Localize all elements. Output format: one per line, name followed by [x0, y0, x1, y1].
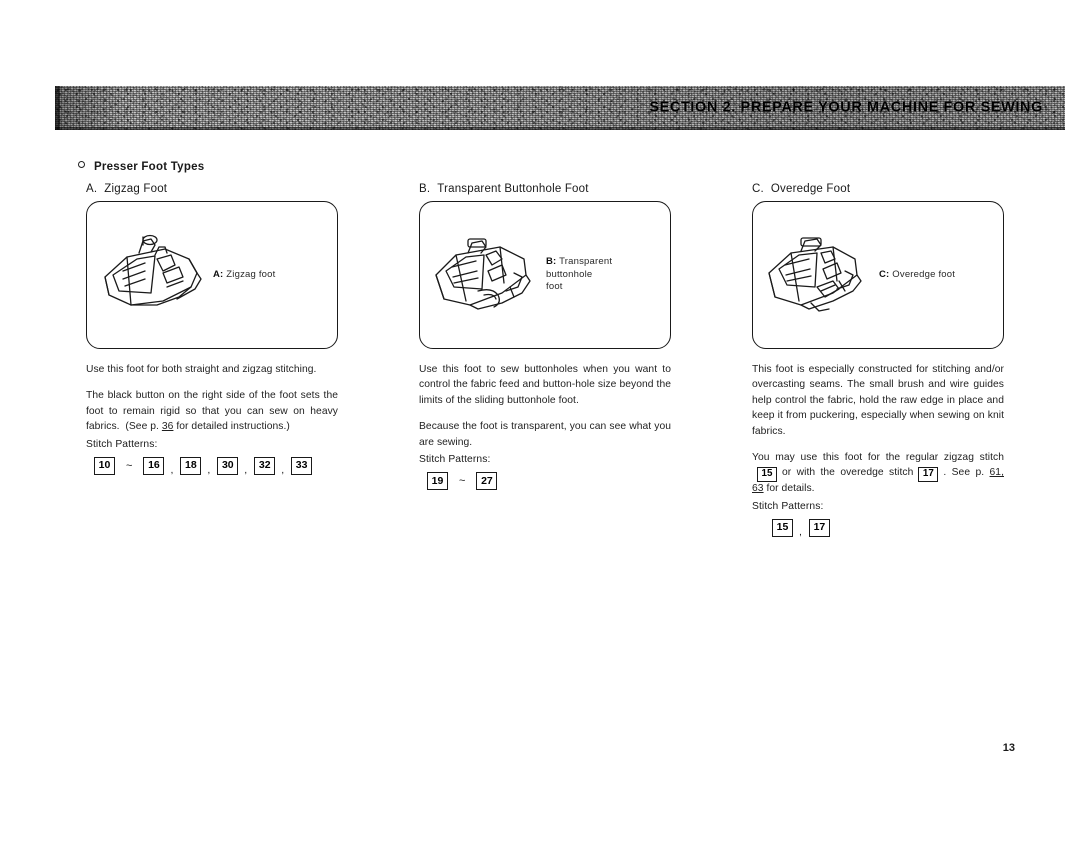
illustration-box-overedge-foot: C: Overedge foot — [752, 201, 1004, 349]
column-c-label: Overedge Foot — [770, 183, 851, 195]
caption-letter-b: B: — [546, 255, 557, 267]
column-a-label: Zigzag Foot — [104, 183, 168, 195]
banner-title: SECTION 2. PREPARE YOUR MACHINE FOR SEWI… — [649, 99, 1043, 116]
overedge-presser-foot-illustration — [768, 237, 862, 312]
illustration-caption-b: B: Transparent buttonhole foot — [546, 256, 612, 294]
caption-letter-c: C: — [879, 268, 890, 280]
stitch-pattern-number: 33 — [291, 456, 313, 475]
paragraph-c-1: This foot is especially constructed for … — [752, 364, 1004, 437]
column-b-letter: B. — [419, 183, 431, 195]
column-c-letter: C. — [752, 183, 764, 195]
body-text-b: Use this foot to sew buttonholes when yo… — [419, 362, 671, 450]
stitch-pattern-number: 32 — [254, 456, 276, 475]
stitch-pattern-number-inline: 17 — [918, 466, 939, 483]
page-reference-36: 36 — [161, 421, 174, 433]
range-separator: ~ — [126, 459, 133, 472]
usage-part-2: or with the overedge stitch — [782, 467, 914, 479]
stitch-pattern-number-inline: 15 — [757, 466, 777, 483]
paragraph-a-1: Use this foot for both straight and zigz… — [86, 364, 317, 375]
usage-part-3: . See p. — [943, 467, 985, 479]
stitch-pattern-number: 10 — [94, 456, 115, 475]
caption-text-a: Zigzag foot — [226, 268, 276, 280]
caption-text-b-line1: Transparent — [559, 255, 613, 267]
transparent-buttonhole-presser-foot-illustration — [435, 238, 531, 310]
zigzag-presser-foot-illustration — [104, 234, 202, 306]
caption-text-b-line2: buttonhole — [546, 268, 593, 280]
list-separator: , — [170, 463, 174, 476]
stitch-pattern-number: 30 — [217, 456, 239, 475]
stitch-pattern-number: 16 — [143, 456, 165, 475]
illustration-box-transparent-buttonhole-foot: B: Transparent buttonhole foot — [419, 201, 671, 349]
paragraph-b-1: Use this foot to sew buttonholes when yo… — [419, 364, 671, 406]
column-overedge-foot: C. Overedge Foot C: Overedge foot This f… — [752, 183, 1004, 538]
caption-letter-a: A: — [213, 268, 224, 280]
usage-part-1: You may use this foot for the regular zi… — [752, 452, 1004, 464]
body-text-a: Use this foot for both straight and zigz… — [86, 362, 338, 435]
bullet-dot-icon — [78, 161, 85, 168]
stitch-patterns-label-a: Stitch Patterns: — [86, 438, 158, 450]
caption-text-b-line3: foot — [546, 281, 563, 293]
caption-text-c: Overedge foot — [892, 268, 956, 280]
section-banner: SECTION 2. PREPARE YOUR MACHINE FOR SEWI… — [55, 86, 1065, 130]
illustration-caption-c: C: Overedge foot — [879, 269, 955, 282]
presser-foot-types-heading: Presser Foot Types — [78, 161, 204, 173]
paragraph-c-usage: You may use this foot for the regular zi… — [752, 450, 1004, 497]
presser-foot-types-label: Presser Foot Types — [94, 161, 205, 173]
body-text-c: This foot is especially constructed for … — [752, 362, 1004, 497]
stitch-pattern-number: 18 — [180, 456, 202, 475]
list-separator: , — [799, 525, 802, 538]
stitch-patterns-label-b: Stitch Patterns: — [419, 454, 491, 466]
column-a-letter: A. — [86, 183, 98, 195]
column-b-label: Transparent Buttonhole Foot — [437, 183, 589, 195]
paragraph-b-2: Because the foot is transparent, you can… — [419, 421, 671, 448]
column-c-heading: C. Overedge Foot — [752, 183, 1004, 195]
page-number: 13 — [1002, 742, 1015, 754]
usage-part-4: for details. — [766, 483, 815, 495]
stitch-pattern-number: 27 — [476, 472, 498, 491]
paragraph-a-2: The black button on the right side of th… — [86, 390, 338, 433]
list-separator: , — [207, 463, 211, 476]
stitch-patterns-row-b: 19 ~ 27 — [419, 472, 671, 491]
stitch-patterns-row-c: 15 , 17 — [752, 518, 1004, 538]
column-a-heading: A. Zigzag Foot — [86, 183, 338, 195]
column-transparent-buttonhole-foot: B. Transparent Buttonhole Foot B: Transp… — [419, 183, 671, 491]
stitch-pattern-number: 15 — [772, 518, 793, 537]
list-separator: , — [281, 463, 285, 476]
illustration-box-zigzag-foot: A: Zigzag foot — [86, 201, 338, 349]
illustration-caption-a: A: Zigzag foot — [213, 269, 275, 282]
column-b-heading: B. Transparent Buttonhole Foot — [419, 183, 671, 195]
column-zigzag-foot: A. Zigzag Foot A: Zigzag foot Use this f… — [86, 183, 338, 476]
stitch-pattern-number: 17 — [808, 518, 830, 537]
range-separator: ~ — [459, 475, 466, 488]
stitch-patterns-row-a: 10 ~ 16 , 18 , 30 , 32 , 33 — [86, 456, 338, 476]
stitch-patterns-label-c: Stitch Patterns: — [752, 500, 824, 512]
list-separator: , — [244, 463, 248, 476]
stitch-pattern-number: 19 — [427, 472, 448, 491]
